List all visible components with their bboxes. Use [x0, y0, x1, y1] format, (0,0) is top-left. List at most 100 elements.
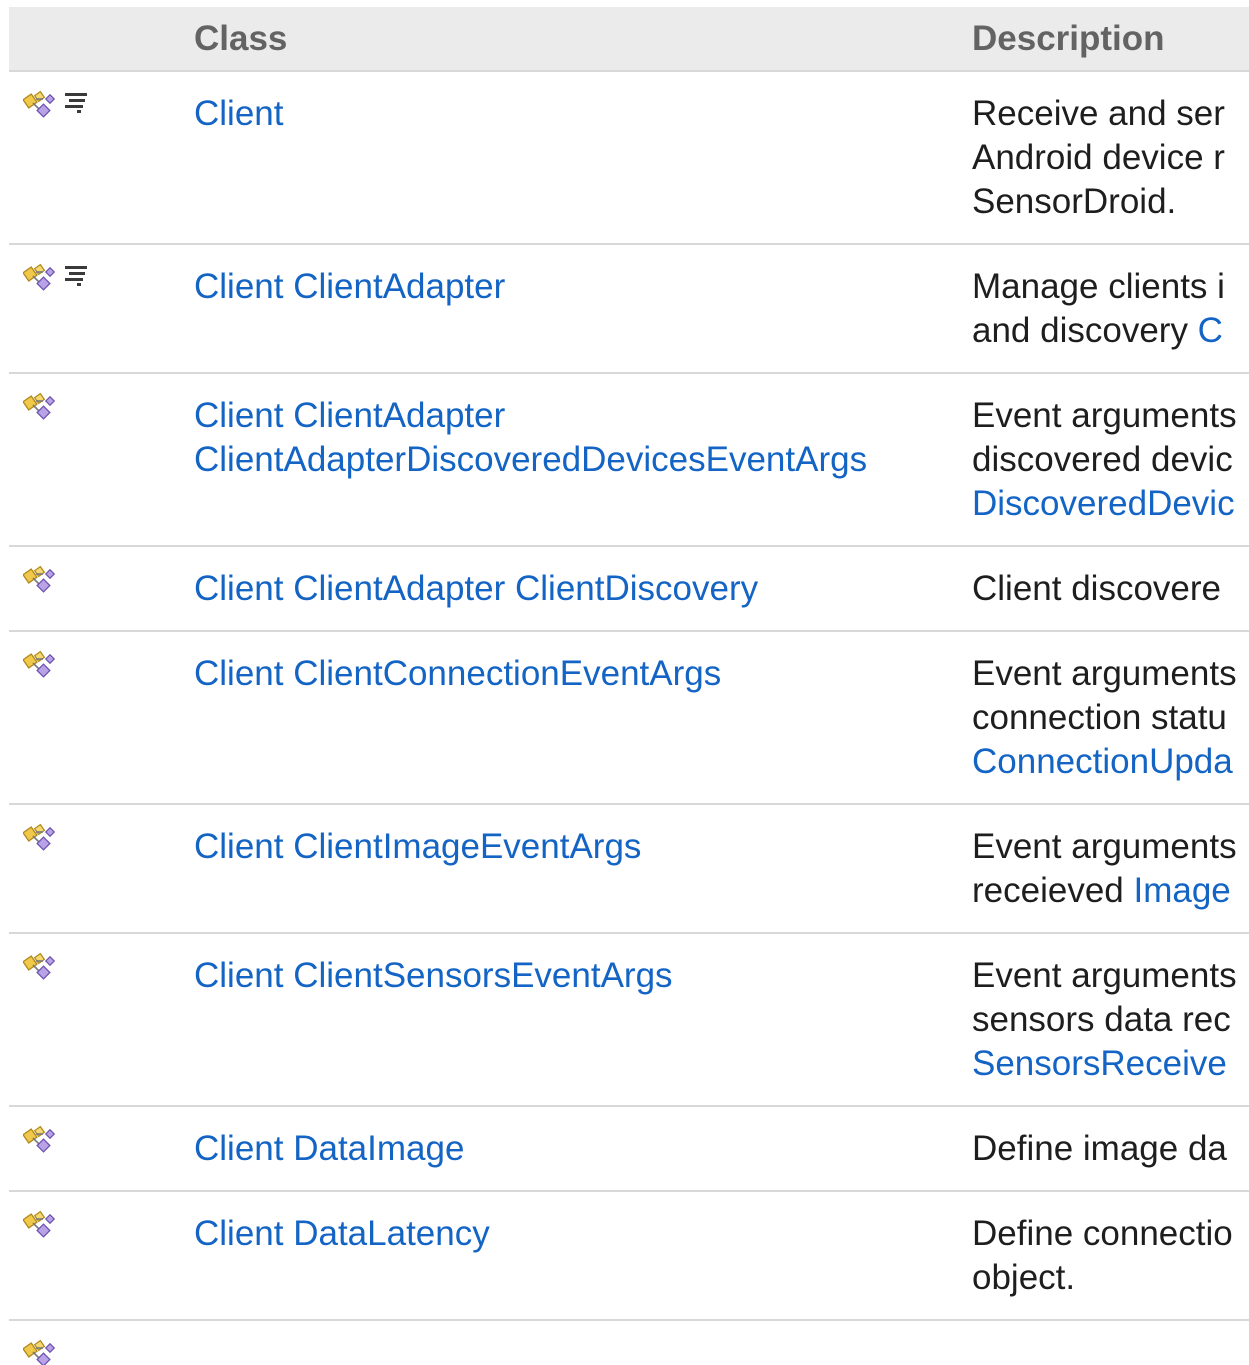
row-description-cell: Event arguments connection statu Connectio…	[963, 631, 1249, 805]
description-text: Define connectio	[972, 1214, 1233, 1253]
class-link[interactable]: Client ClientAdapter ClientAdapterDiscove…	[194, 394, 963, 482]
row-icons-cell	[9, 546, 185, 632]
description-text: discovered devic	[972, 440, 1233, 479]
description-link[interactable]: DiscoveredDevic	[972, 484, 1235, 523]
table-row: Client ClientAdapter ClientDiscovery Clie…	[9, 546, 1249, 632]
row-icons-cell	[9, 71, 185, 245]
description-text: Event arguments	[972, 956, 1237, 995]
public-class-icon	[23, 392, 55, 420]
class-link[interactable]: Client ClientImageEventArgs	[194, 825, 963, 869]
description-line: Event arguments	[972, 825, 1249, 869]
description-text: receieved	[972, 871, 1134, 910]
description-link[interactable]: Image	[1133, 871, 1230, 910]
description-column-header[interactable]: Description	[963, 7, 1249, 72]
description-text: SensorDroid.	[972, 182, 1177, 221]
table-row: Client ClientConnectionEventArgs Event ar…	[9, 631, 1249, 805]
public-class-icon	[23, 1210, 55, 1238]
description-link[interactable]: C	[1198, 311, 1223, 350]
description-text: Client discovere	[972, 569, 1221, 608]
class-link-line: Client ClientAdapter	[194, 396, 506, 435]
class-link[interactable]: Client ClientAdapter	[194, 265, 963, 309]
table-row	[9, 1320, 1249, 1365]
row-description-cell: Define image da	[963, 1106, 1249, 1192]
table-body: Client Receive and ser Android device r Sen…	[9, 71, 1249, 1365]
row-icons-cell	[9, 373, 185, 547]
class-link-line: Client ClientAdapter ClientDiscovery	[194, 569, 759, 608]
class-link[interactable]: Client	[194, 92, 963, 136]
public-class-icon	[23, 263, 55, 291]
description-text: Android device r	[972, 138, 1225, 177]
class-link[interactable]: Client DataImage	[194, 1127, 963, 1171]
row-description-cell: Client discovere	[963, 546, 1249, 632]
class-link[interactable]: Client ClientConnectionEventArgs	[194, 652, 963, 696]
class-members-table: Class Description Client Receive and ser A…	[9, 7, 1249, 1365]
row-class-name-cell: Client ClientSensorsEventArgs	[185, 933, 963, 1107]
row-class-name-cell: Client DataLatency	[185, 1191, 963, 1321]
row-description-cell	[963, 1320, 1249, 1365]
description-line: Manage clients i	[972, 265, 1249, 309]
row-class-name-cell: Client	[185, 71, 963, 245]
description-text: Event arguments	[972, 396, 1237, 435]
class-link[interactable]: Client ClientAdapter ClientDiscovery	[194, 567, 963, 611]
description-link[interactable]: ConnectionUpda	[972, 742, 1233, 781]
public-class-icon	[23, 952, 55, 980]
description-text: Event arguments	[972, 654, 1237, 693]
class-link-line: Client DataLatency	[194, 1214, 490, 1253]
page-viewport: Class Description Client Receive and ser A…	[0, 0, 1249, 1365]
table-row: Client DataImage Define image da	[9, 1106, 1249, 1192]
description-text: object.	[972, 1258, 1076, 1297]
description-line: discovered devic	[972, 438, 1249, 482]
description-line: sensors data rec	[972, 998, 1249, 1042]
description-link[interactable]: SensorsReceive	[972, 1044, 1227, 1083]
table-row: Client ClientAdapter ClientAdapterDiscove…	[9, 373, 1249, 547]
description-text: connection statu	[972, 698, 1227, 737]
public-class-icon	[23, 565, 55, 593]
table-row: Client Receive and ser Android device r Sen…	[9, 71, 1249, 245]
description-line: Define image da	[972, 1127, 1249, 1171]
row-icons-cell	[9, 244, 185, 374]
description-text: Manage clients i	[972, 267, 1225, 306]
description-line: Receive and ser	[972, 92, 1249, 136]
description-text: sensors data rec	[972, 1000, 1231, 1039]
table-header: Class Description	[9, 7, 1249, 72]
public-class-icon	[23, 90, 55, 118]
public-class-icon	[23, 823, 55, 851]
description-line: DiscoveredDevic	[972, 482, 1249, 526]
row-icons-cell	[9, 631, 185, 805]
description-text: Define image da	[972, 1129, 1227, 1168]
description-line: object.	[972, 1256, 1249, 1300]
row-description-cell: Manage clients i and discovery C	[963, 244, 1249, 374]
table-row: Client ClientImageEventArgs Event argumen…	[9, 804, 1249, 934]
row-class-name-cell: Client ClientAdapter ClientAdapterDiscove…	[185, 373, 963, 547]
row-description-cell: Define connectio object.	[963, 1191, 1249, 1321]
row-icons-cell	[9, 1191, 185, 1321]
description-line: Event arguments	[972, 954, 1249, 998]
row-icons-cell	[9, 1320, 185, 1365]
table-row: Client ClientAdapter Manage clients i and …	[9, 244, 1249, 374]
static-member-icon	[63, 263, 91, 287]
class-link-line: ClientAdapterDiscoveredDevicesEventArgs	[194, 440, 868, 479]
class-link[interactable]: Client ClientSensorsEventArgs	[194, 954, 963, 998]
description-line: and discovery C	[972, 309, 1249, 353]
description-text: Receive and ser	[972, 94, 1225, 133]
row-description-cell: Event arguments sensors data rec SensorsRe…	[963, 933, 1249, 1107]
class-link-line: Client	[194, 94, 284, 133]
row-description-cell: Receive and ser Android device r SensorDro…	[963, 71, 1249, 245]
row-class-name-cell: Client DataImage	[185, 1106, 963, 1192]
row-class-name-cell: Client ClientAdapter	[185, 244, 963, 374]
description-line: Define connectio	[972, 1212, 1249, 1256]
description-line: SensorDroid.	[972, 180, 1249, 224]
class-column-header[interactable]: Class	[185, 7, 963, 72]
description-line: ConnectionUpda	[972, 740, 1249, 784]
description-line: receieved Image	[972, 869, 1249, 913]
public-class-icon	[23, 1125, 55, 1153]
icon-column-header	[9, 7, 185, 72]
description-text: and discovery	[972, 311, 1198, 350]
description-line: Event arguments	[972, 652, 1249, 696]
description-line: Android device r	[972, 136, 1249, 180]
class-link[interactable]: Client DataLatency	[194, 1212, 963, 1256]
class-link-line: Client ClientSensorsEventArgs	[194, 956, 673, 995]
row-description-cell: Event arguments discovered devic Discovere…	[963, 373, 1249, 547]
table-row: Client DataLatency Define connectio object…	[9, 1191, 1249, 1321]
class-link-line: Client ClientAdapter	[194, 267, 506, 306]
